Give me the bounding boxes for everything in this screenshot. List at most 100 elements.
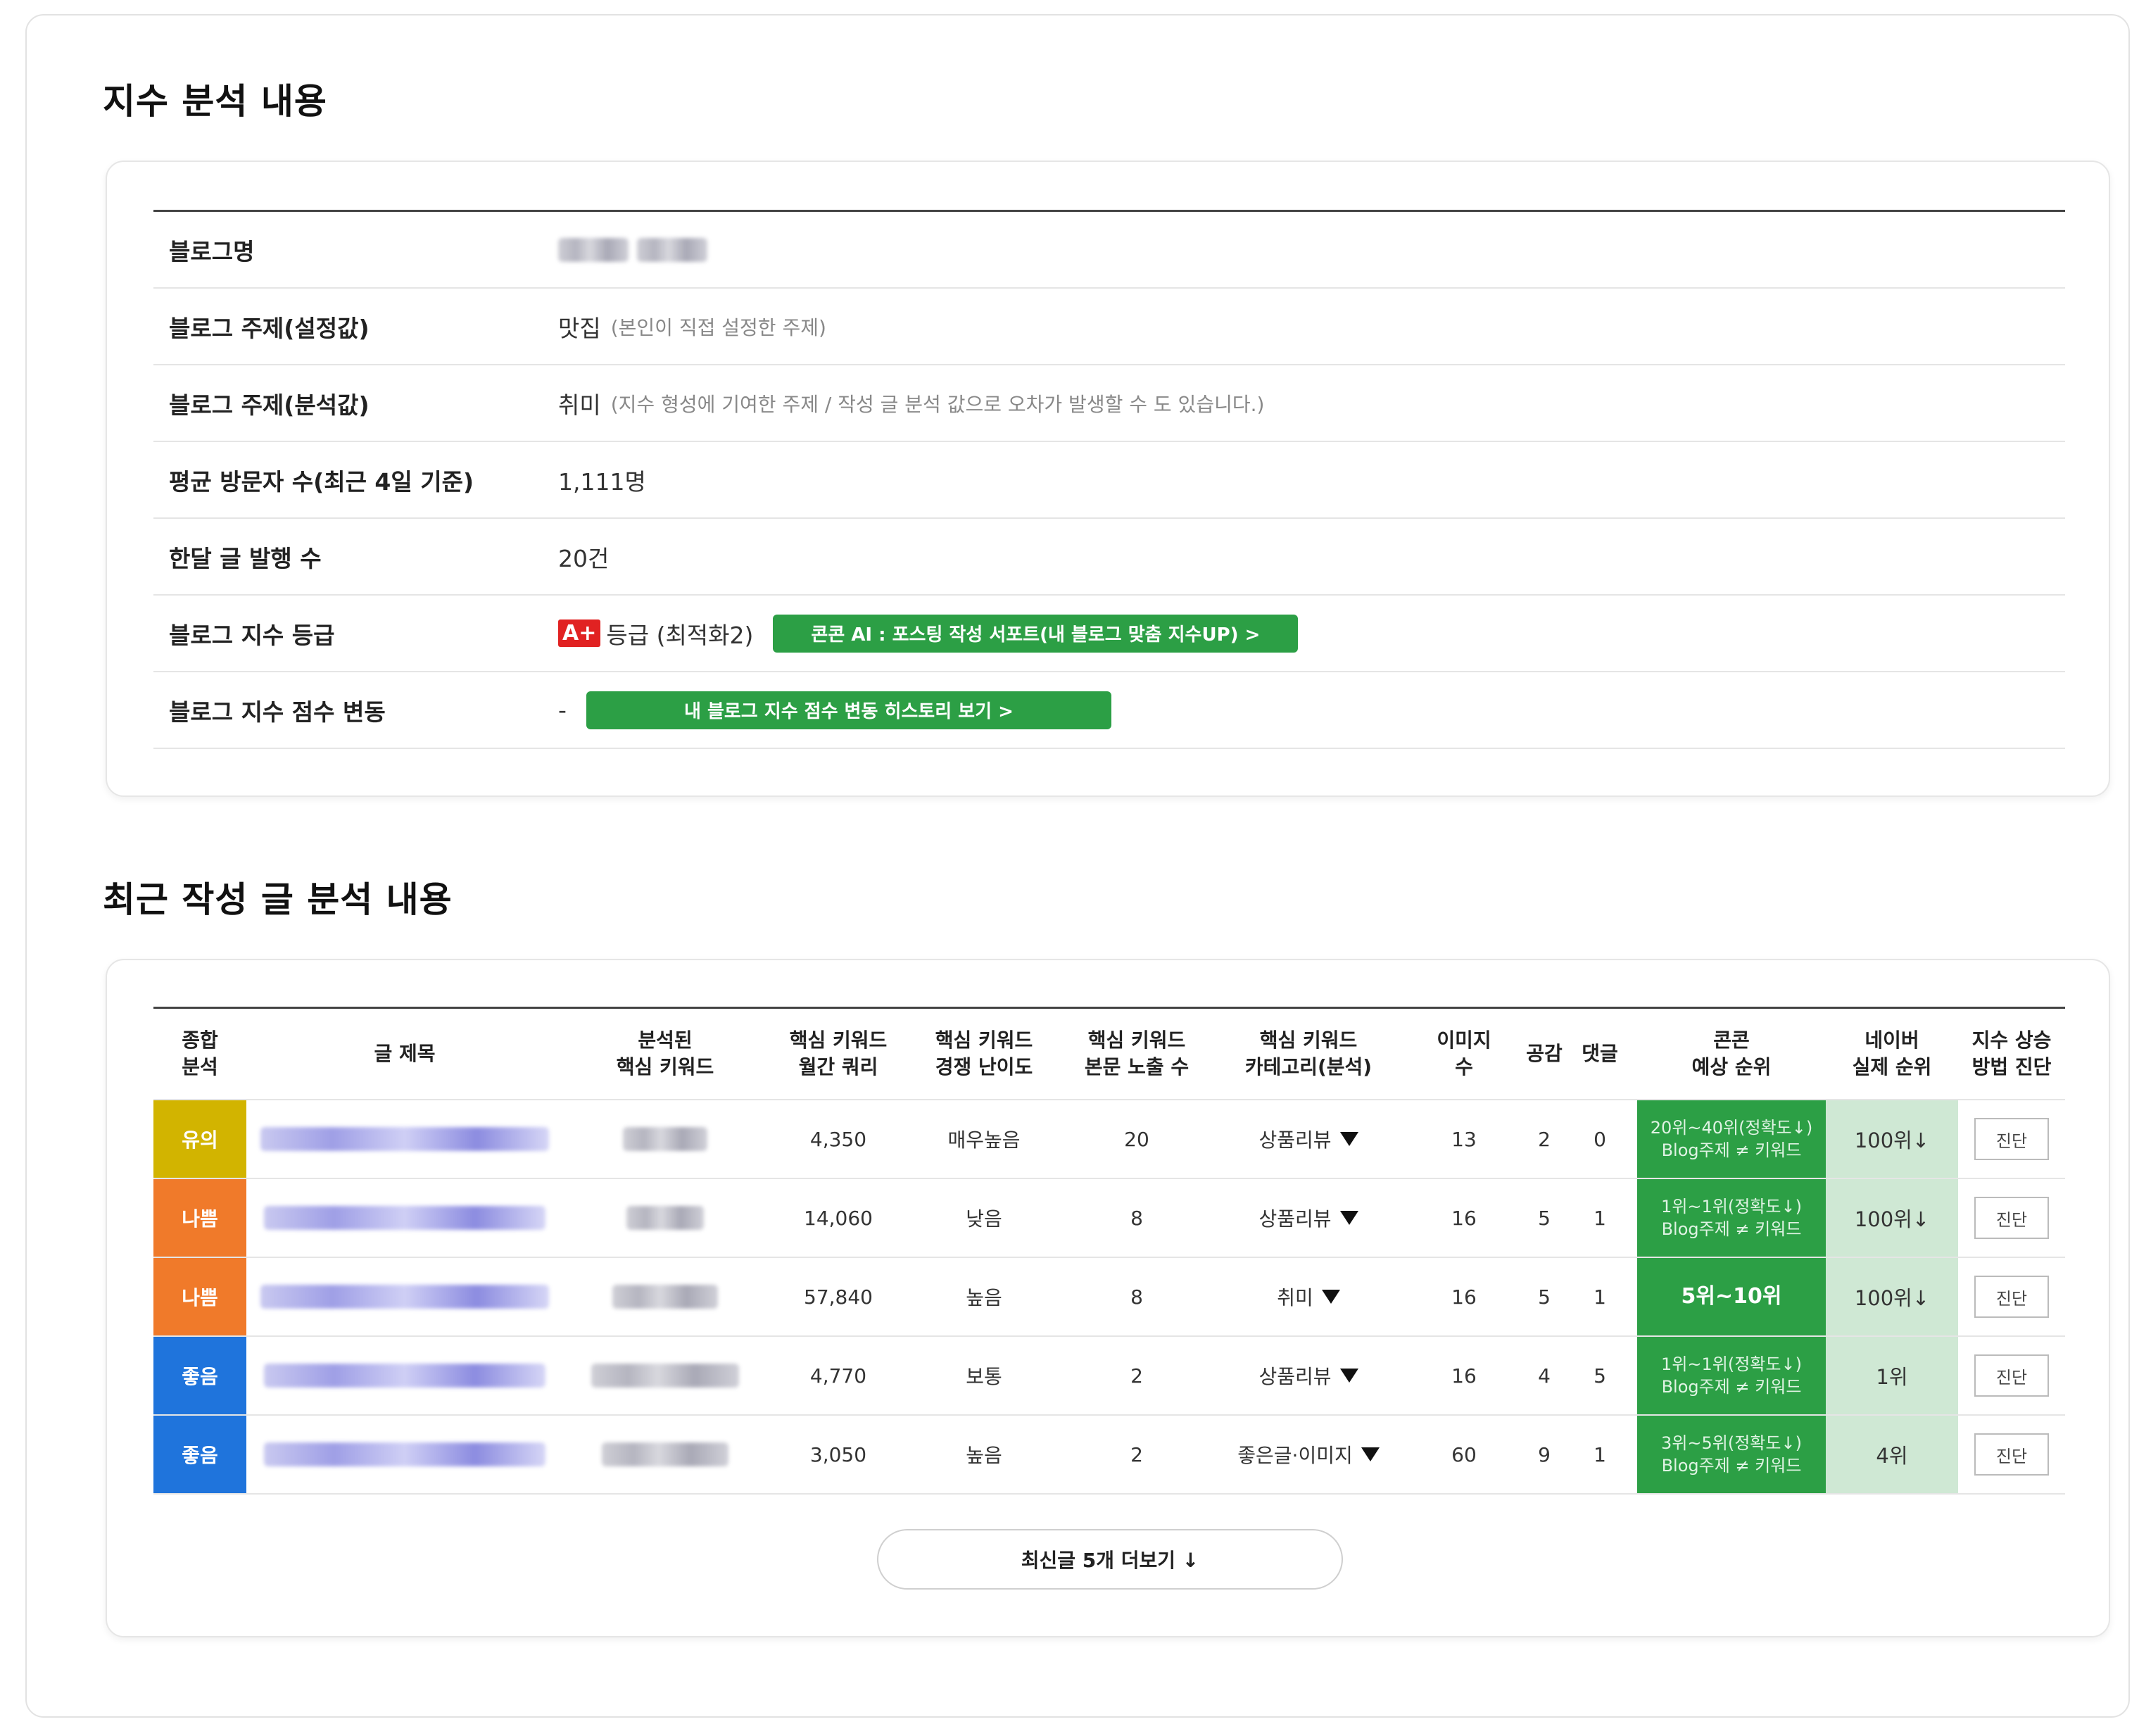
header-exposure: 핵심 키워드 본문 노출 수: [1084, 1029, 1190, 1078]
header-keyword: 분석된 핵심 키워드: [616, 1029, 714, 1078]
likes-cell: 4: [1538, 1364, 1551, 1388]
naver-rank-cell: 100위↓: [1826, 1100, 1958, 1178]
score-history-button[interactable]: 내 블로그 지수 점수 변동 히스토리 보기 >: [586, 691, 1111, 729]
predicted-rank-line2: Blog주제 ≠ 키워드: [1661, 1377, 1802, 1397]
blurred-post-title: [260, 1127, 549, 1151]
diagnosis-cell: 진단: [1958, 1416, 2065, 1493]
category-cell[interactable]: 취미: [1215, 1258, 1402, 1335]
info-label: 블로그 지수 점수 변동: [169, 698, 386, 726]
diagnosis-cell: 진단: [1958, 1179, 2065, 1257]
index-analysis-card: 블로그명 블로그 주제(설정값) 맛집 (본인이 직접 설정한 주제) 블로그 …: [106, 161, 2110, 797]
blurred-post-title: [264, 1364, 545, 1388]
diagnosis-button[interactable]: 진단: [1974, 1354, 2049, 1397]
category-cell[interactable]: 상품리뷰: [1215, 1337, 1402, 1414]
diagnosis-cell: 진단: [1958, 1337, 2065, 1414]
info-label: 블로그 주제(설정값): [169, 314, 370, 342]
comments-cell: 1: [1594, 1206, 1606, 1230]
blurred-keyword: [612, 1285, 718, 1309]
info-label: 한달 글 발행 수: [169, 544, 322, 572]
verdict-badge: 유의: [153, 1100, 246, 1178]
predicted-rank-cell: 5위~10위: [1637, 1258, 1826, 1335]
header-images: 이미지 수: [1437, 1029, 1491, 1078]
images-cell: 16: [1451, 1364, 1477, 1388]
difficulty-cell: 낮음: [966, 1207, 1002, 1231]
table-row: 나쁨 14,060 낮음 8 상품리뷰 16 5 1 1위~1위(정확도↓) Blog주제 ≠ 키…: [153, 1179, 2065, 1258]
blurred-keyword: [623, 1127, 707, 1151]
naver-rank-cell: 100위↓: [1826, 1179, 1958, 1257]
table-row: 좋음 3,050 높음 2 좋은글·이미지 60 9 1 3위~5위(정확도↓) Blog주제 ≠…: [153, 1416, 2065, 1495]
blurred-blog-name-2: [637, 237, 707, 262]
info-row-monthly-posts: 한달 글 발행 수 20건: [153, 519, 2065, 596]
difficulty-cell: 매우높음: [947, 1128, 1021, 1152]
query-cell: 3,050: [809, 1442, 867, 1466]
keyword-cell: [563, 1179, 767, 1257]
predicted-rank-line1: 3위~5위(정확도↓): [1661, 1433, 1802, 1453]
info-row-blog-name: 블로그명: [153, 212, 2065, 289]
category-cell[interactable]: 좋은글·이미지: [1215, 1416, 1402, 1493]
query-cell: 4,350: [809, 1127, 867, 1151]
info-value: A+ 등급 (최적화2) 콘콘 AI : 포스팅 작성 서포트(내 블로그 맞춤…: [558, 614, 1299, 653]
post-title-cell[interactable]: [246, 1100, 563, 1178]
load-more-button[interactable]: 최신글 5개 더보기 ↓: [877, 1529, 1343, 1590]
likes-cell: 5: [1538, 1285, 1551, 1309]
query-cell: 4,770: [809, 1364, 867, 1388]
caret-down-icon: [1339, 1211, 1358, 1225]
difficulty-cell: 높음: [966, 1286, 1002, 1309]
keyword-cell: [563, 1258, 767, 1335]
predicted-rank-line1: 1위~1위(정확도↓): [1661, 1197, 1802, 1216]
diagnosis-button[interactable]: 진단: [1974, 1276, 2049, 1318]
category-label: 상품리뷰: [1258, 1128, 1332, 1152]
diagnosis-button[interactable]: 진단: [1974, 1433, 2049, 1476]
blurred-keyword: [602, 1442, 728, 1466]
naver-rank-cell: 1위: [1826, 1337, 1958, 1414]
category-label: 좋은글·이미지: [1237, 1444, 1353, 1467]
comments-cell: 5: [1594, 1364, 1606, 1388]
diagnosis-button[interactable]: 진단: [1974, 1118, 2049, 1160]
grade-badge: A+: [558, 619, 601, 647]
likes-cell: 2: [1538, 1127, 1551, 1151]
header-predicted-rank: 콘콘 예상 순위: [1691, 1029, 1772, 1078]
difficulty-cell: 높음: [966, 1444, 1002, 1467]
keyword-cell: [563, 1337, 767, 1414]
caret-down-icon: [1339, 1369, 1358, 1383]
blurred-post-title: [260, 1285, 549, 1309]
post-title-cell[interactable]: [246, 1179, 563, 1257]
category-cell[interactable]: 상품리뷰: [1215, 1179, 1402, 1257]
header-category: 핵심 키워드 카테고리(분석): [1244, 1029, 1373, 1078]
predicted-rank-line1: 20위~40위(정확도↓): [1650, 1118, 1813, 1138]
predicted-rank-line2: Blog주제 ≠ 키워드: [1661, 1456, 1802, 1476]
images-cell: 16: [1451, 1285, 1477, 1309]
post-title-cell[interactable]: [246, 1337, 563, 1414]
post-title-cell[interactable]: [246, 1416, 563, 1493]
post-title-cell[interactable]: [246, 1258, 563, 1335]
grade-value: 등급 (최적화2): [606, 621, 754, 649]
header-title: 글 제목: [374, 1042, 436, 1065]
header-query: 핵심 키워드 월간 쿼리: [789, 1029, 888, 1078]
predicted-rank-line2: Blog주제 ≠ 키워드: [1661, 1140, 1802, 1160]
info-row-topic-analyzed: 블로그 주제(분석값) 취미 (지수 형성에 기여한 주제 / 작성 글 분석 …: [153, 365, 2065, 442]
category-cell[interactable]: 상품리뷰: [1215, 1100, 1402, 1178]
diagnosis-button[interactable]: 진단: [1974, 1197, 2049, 1239]
keyword-cell: [563, 1100, 767, 1178]
info-label: 평균 방문자 수(최근 4일 기준): [169, 467, 474, 496]
header-difficulty: 핵심 키워드 경쟁 난이도: [935, 1029, 1033, 1078]
query-cell: 57,840: [804, 1285, 873, 1309]
comments-cell: 0: [1594, 1127, 1606, 1151]
header-naver-rank: 네이버 실제 순위: [1852, 1029, 1932, 1078]
verdict-badge: 나쁨: [153, 1258, 246, 1335]
predicted-rank-line1: 5위~10위: [1681, 1284, 1782, 1309]
category-label: 취미: [1277, 1286, 1313, 1309]
recent-posts-title: 최근 작성 글 분석 내용: [103, 879, 453, 920]
ai-posting-support-button[interactable]: 콘콘 AI : 포스팅 작성 서포트(내 블로그 맞춤 지수UP) >: [773, 614, 1299, 653]
keyword-cell: [563, 1416, 767, 1493]
header-likes: 공감: [1526, 1042, 1563, 1065]
images-cell: 13: [1451, 1127, 1477, 1151]
topic-analyzed-note: (지수 형성에 기여한 주제 / 작성 글 분석 값으로 오차가 발생할 수 도…: [610, 392, 1265, 416]
score-change-value: -: [558, 696, 567, 724]
category-label: 상품리뷰: [1258, 1365, 1332, 1388]
info-label: 블로그 주제(분석값): [169, 391, 370, 419]
query-cell: 14,060: [804, 1206, 873, 1230]
naver-rank-cell: 100위↓: [1826, 1258, 1958, 1335]
diagnosis-cell: 진단: [1958, 1100, 2065, 1178]
images-cell: 60: [1451, 1442, 1477, 1466]
